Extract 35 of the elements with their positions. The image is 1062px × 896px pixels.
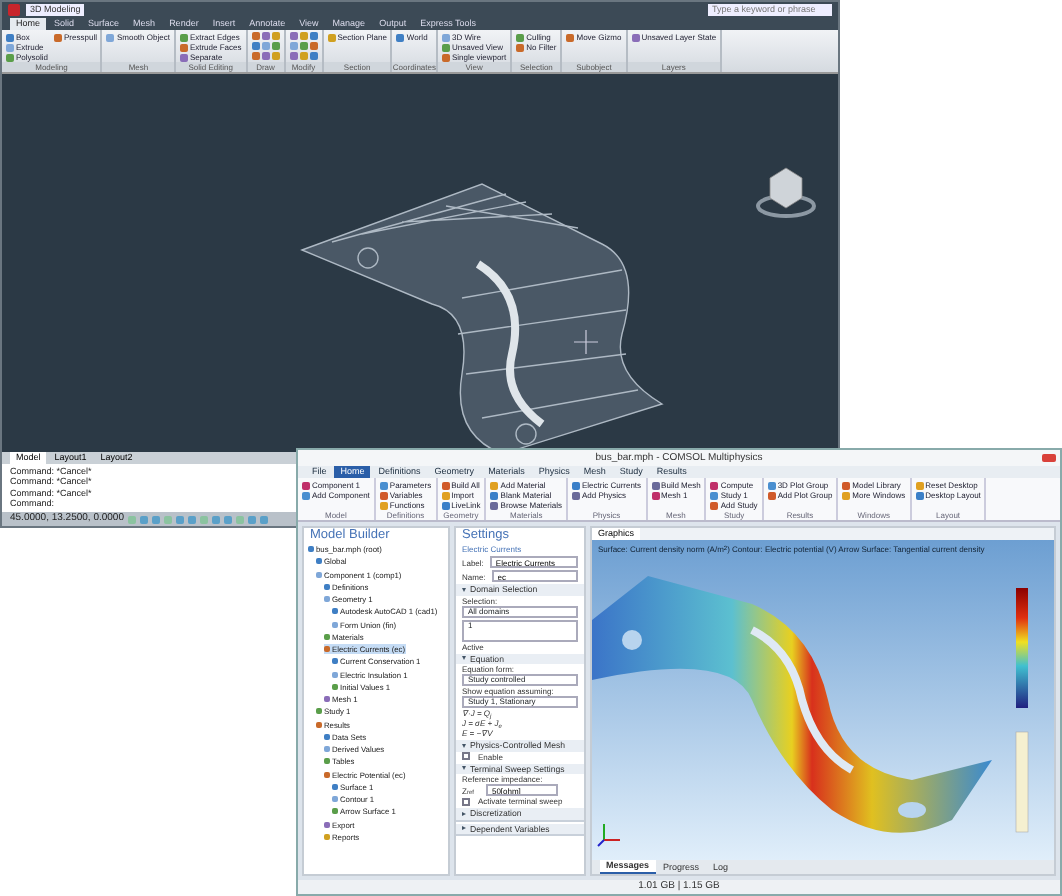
tool-icon [54,33,63,41]
node-icon [308,546,314,552]
node-icon [324,646,330,652]
checkbox[interactable] [462,797,470,805]
node-icon [324,771,330,777]
crosshair-icon [573,329,599,355]
node-icon [324,833,330,840]
node-icon [332,783,338,790]
node-icon [332,671,338,677]
node-icon [332,608,338,615]
node-icon [324,633,330,640]
checkbox[interactable] [462,752,470,760]
node-icon [324,746,330,752]
node-icon [324,696,330,702]
tool-icon [631,33,640,41]
node-icon [332,683,338,690]
node-icon [324,758,330,765]
node-icon [332,808,338,815]
node-icon [316,708,322,715]
node-icon [332,658,338,665]
node-icon [324,596,330,602]
tool-icon [106,33,115,41]
axis-triad-icon [597,823,621,847]
close-icon[interactable] [1042,454,1056,462]
node-icon [316,558,322,565]
node-icon [324,821,330,827]
node-icon [316,571,322,577]
node-icon [332,796,338,802]
view-cube-icon[interactable] [756,167,816,218]
tool-icon [566,33,575,41]
node-icon [316,721,322,727]
node-icon [332,621,338,627]
node-icon [324,583,330,590]
node-icon [324,733,330,740]
tool-icon [396,33,405,41]
